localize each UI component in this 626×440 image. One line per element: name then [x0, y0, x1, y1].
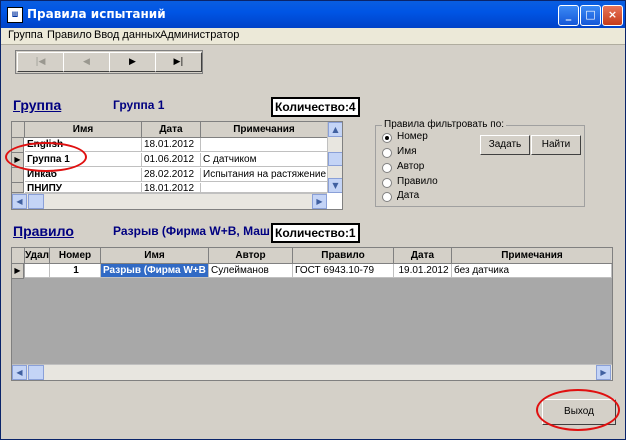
scroll-thumb[interactable]	[328, 152, 342, 166]
minimize-icon[interactable]: _	[558, 5, 579, 26]
menu-admin[interactable]: Администратор	[160, 29, 239, 41]
group-col-name[interactable]: Имя	[25, 122, 142, 138]
filter-label-date[interactable]: Дата	[397, 190, 419, 201]
nav-first-button[interactable]: |◀	[17, 52, 64, 72]
filter-label-number[interactable]: Номер	[397, 131, 428, 142]
rule-col-rule[interactable]: Правило	[293, 248, 394, 264]
menu-data-entry[interactable]: Ввод данных	[94, 29, 161, 41]
scroll-right-icon[interactable]: ▶	[596, 365, 611, 380]
group-row-2-name[interactable]: Инкаб	[25, 168, 142, 182]
current-row-indicator-icon: ▶	[12, 264, 24, 279]
scroll-thumb[interactable]	[28, 194, 44, 209]
group-row-0-date[interactable]: 18.01.2012	[142, 138, 201, 152]
group-row-2-date[interactable]: 28.02.2012	[142, 168, 201, 182]
rule-col-author[interactable]: Автор	[209, 248, 293, 264]
rule-heading-link[interactable]: Правило	[13, 223, 74, 239]
filter-radio-author[interactable]	[382, 163, 392, 173]
rule-row-0-number[interactable]: 1	[50, 264, 101, 278]
rule-count-box: Количество:1	[271, 223, 360, 243]
group-horizontal-scrollbar[interactable]: ◀ ▶	[12, 193, 327, 209]
filter-label-name[interactable]: Имя	[397, 146, 416, 157]
rule-col-number[interactable]: Номер	[50, 248, 101, 264]
rule-grid-indicator-header	[12, 248, 25, 264]
filter-group: Правила фильтровать по: Номер Имя Автор …	[375, 119, 585, 207]
rule-grid[interactable]: Удал Номер Имя Автор Правило Дата Примеч…	[11, 247, 613, 381]
rule-col-delete[interactable]: Удал	[25, 248, 50, 264]
app-icon: ш	[7, 7, 23, 23]
rule-col-date[interactable]: Дата	[394, 248, 452, 264]
find-button[interactable]: Найти	[531, 135, 581, 155]
nav-next-button[interactable]: ▶	[109, 52, 156, 72]
filter-title: Правила фильтровать по:	[382, 119, 507, 130]
rule-row-0-rule[interactable]: ГОСТ 6943.10-79	[293, 264, 394, 278]
nav-last-button[interactable]: ▶|	[155, 52, 202, 72]
group-row-3-name[interactable]: ПНИПУ	[25, 183, 142, 193]
filter-label-rule[interactable]: Правило	[397, 176, 438, 187]
row-indicator	[12, 138, 24, 153]
row-indicator	[12, 183, 24, 193]
group-heading-link[interactable]: Группа	[13, 97, 61, 113]
group-col-date[interactable]: Дата	[142, 122, 201, 138]
menu-group[interactable]: Группа	[8, 29, 43, 41]
main-window: ш Правила испытаний _ □ × Группа Правило…	[0, 0, 626, 440]
group-row-1-note[interactable]: С датчиком	[201, 153, 328, 167]
menu-rule[interactable]: Правило	[47, 29, 92, 41]
menu-bar: Группа Правило Ввод данных Администратор	[1, 28, 625, 45]
group-count-box: Количество:4	[271, 97, 360, 117]
rule-col-name[interactable]: Имя	[101, 248, 209, 264]
close-icon[interactable]: ×	[602, 5, 623, 26]
group-row-0-name[interactable]: English	[25, 138, 142, 152]
filter-label-author[interactable]: Автор	[397, 161, 424, 172]
rule-col-notes[interactable]: Примечания	[452, 248, 612, 264]
record-navigator: |◀ ◀ ▶ ▶|	[15, 50, 203, 74]
rule-row-0-author[interactable]: Сулейманов	[209, 264, 293, 278]
exit-button[interactable]: Выход	[542, 399, 616, 425]
rule-current-label: Разрыв (Фирма W+B, Маш	[113, 224, 270, 238]
scroll-left-icon[interactable]: ◀	[12, 365, 27, 380]
current-row-indicator-icon: ▶	[12, 153, 24, 168]
title-bar: ш Правила испытаний _ □ ×	[1, 1, 625, 28]
filter-radio-name[interactable]	[382, 148, 392, 158]
rule-row-0-note[interactable]: без датчика	[452, 264, 612, 278]
filter-radio-rule[interactable]	[382, 178, 392, 188]
maximize-icon[interactable]: □	[580, 5, 601, 26]
nav-prior-button[interactable]: ◀	[63, 52, 110, 72]
group-vertical-scrollbar[interactable]: ▲ ▼	[327, 122, 342, 193]
rule-horizontal-scrollbar[interactable]: ◀ ▶	[12, 364, 612, 380]
group-grid[interactable]: Имя Дата Примечания English 18.01.2012 ▶…	[11, 121, 343, 210]
rule-row-0-date[interactable]: 19.01.2012	[394, 264, 452, 278]
set-filter-button[interactable]: Задать	[480, 135, 530, 155]
row-indicator	[12, 168, 24, 183]
group-row-1-date[interactable]: 01.06.2012	[142, 153, 201, 167]
group-row-0-note[interactable]	[201, 138, 328, 152]
scroll-down-icon[interactable]: ▼	[328, 178, 342, 193]
scroll-right-icon[interactable]: ▶	[312, 194, 327, 209]
group-col-notes[interactable]: Примечания	[201, 122, 328, 138]
group-row-3-date[interactable]: 18.01.2012	[142, 183, 201, 193]
group-row-3-note[interactable]	[201, 183, 328, 193]
scroll-up-icon[interactable]: ▲	[328, 122, 342, 137]
scroll-left-icon[interactable]: ◀	[12, 194, 27, 209]
rule-row-0-delete[interactable]	[25, 264, 50, 278]
group-row-2-note[interactable]: Испытания на растяжение	[201, 168, 328, 182]
filter-radio-date[interactable]	[382, 192, 392, 202]
filter-radio-number[interactable]	[382, 133, 392, 143]
scroll-thumb[interactable]	[28, 365, 44, 380]
rule-row-0-name[interactable]: Разрыв (Фирма W+B	[101, 264, 209, 278]
group-row-1-name[interactable]: Группа 1	[25, 153, 142, 167]
group-grid-indicator-header	[12, 122, 25, 138]
group-current-label: Группа 1	[113, 98, 165, 112]
window-title: Правила испытаний	[27, 7, 166, 21]
